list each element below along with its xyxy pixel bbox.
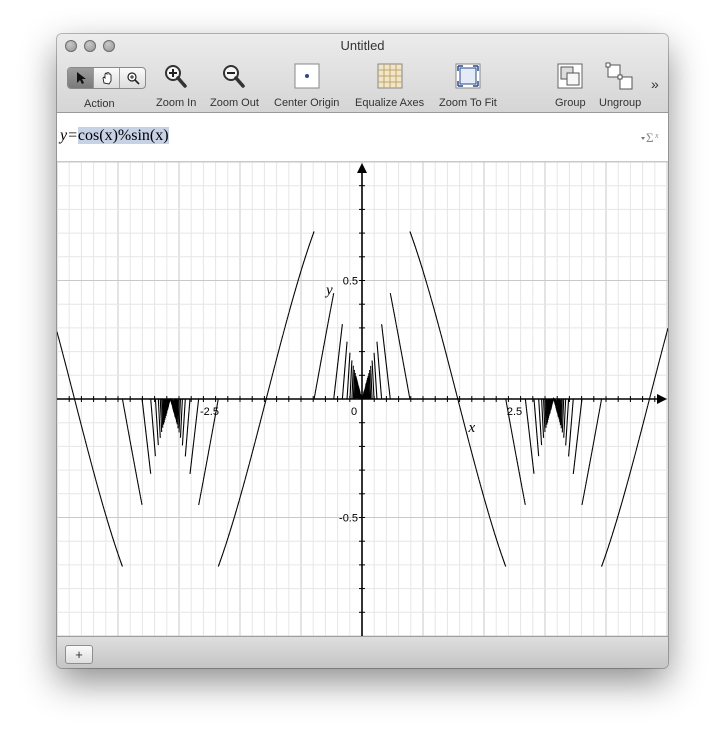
- group-button[interactable]: Group: [555, 62, 586, 109]
- sigma-menu-icon[interactable]: Σ x: [641, 129, 663, 145]
- equalize-axes-icon: [377, 63, 403, 89]
- curve-segment: [581, 398, 603, 506]
- action-label: Action: [84, 98, 115, 110]
- app-window: Untitled Action Zoom In Zoom Out Center …: [57, 34, 668, 668]
- zoom-out-button[interactable]: Zoom Out: [210, 62, 259, 109]
- zoom-out-label: Zoom Out: [210, 97, 259, 109]
- curve-segment: [389, 292, 411, 400]
- zoom-out-icon: [223, 65, 246, 88]
- center-origin-button[interactable]: Center Origin: [274, 62, 339, 109]
- x-axis-label: x: [467, 420, 475, 436]
- equation-field[interactable]: y=cos(x)%sin(x): [60, 127, 169, 145]
- equation-bar[interactable]: y=cos(x)%sin(x) Σ x: [57, 113, 668, 162]
- curve-segment: [547, 397, 560, 419]
- graph-area[interactable]: -2.5 0 2.5 0.5 -0.5 x y: [57, 161, 668, 637]
- curve-segment: [533, 398, 540, 457]
- x-tick-label: 2.5: [507, 406, 522, 418]
- x-tick-label: 0: [351, 406, 357, 418]
- y-tick-label: -0.5: [339, 513, 358, 525]
- action-label-wrap: Action: [84, 94, 115, 112]
- y-tick-label: 0.5: [343, 276, 358, 288]
- y-axis-arrow: [357, 163, 367, 173]
- double-chevron-right-icon[interactable]: »: [651, 76, 659, 92]
- curve-segment: [376, 341, 383, 399]
- add-equation-button[interactable]: +: [65, 645, 93, 664]
- zoom-in-button[interactable]: Zoom In: [156, 62, 196, 109]
- curve-segment: [572, 399, 583, 474]
- center-origin-label: Center Origin: [274, 97, 340, 109]
- curve-segment: [57, 331, 123, 567]
- hand-icon[interactable]: [94, 68, 120, 88]
- action-segmented-control[interactable]: [67, 67, 146, 89]
- group-icon: [557, 63, 583, 89]
- curve-segment: [179, 399, 183, 438]
- ungroup-button[interactable]: Ungroup: [599, 62, 641, 109]
- curve-segment: [141, 398, 152, 474]
- graph-canvas[interactable]: -2.5 0 2.5 0.5 -0.5 x y: [57, 161, 668, 637]
- zoom-in-icon: [165, 65, 187, 88]
- zoom-tool-icon[interactable]: [120, 68, 145, 88]
- curve-segment: [157, 399, 161, 438]
- ungroup-icon: [605, 62, 633, 90]
- curve-segment: [601, 327, 668, 567]
- bottom-bar: +: [57, 636, 668, 668]
- curve-segment: [164, 397, 177, 418]
- zoom-to-fit-icon: [455, 63, 481, 89]
- zoom-in-label: Zoom In: [156, 97, 197, 109]
- equation-body: cos(x)%sin(x): [77, 127, 169, 144]
- svg-text:Σ: Σ: [646, 130, 654, 145]
- curve-segment: [184, 399, 191, 457]
- curve-segment: [313, 292, 335, 400]
- group-label: Group: [555, 97, 586, 109]
- titlebar: Untitled Action Zoom In Zoom Out Center …: [57, 34, 668, 113]
- ungroup-label: Ungroup: [599, 97, 642, 109]
- curve-segment: [563, 399, 567, 438]
- zoom-to-fit-label: Zoom To Fit: [439, 97, 497, 109]
- x-axis-arrow: [657, 394, 667, 404]
- equation-prefix: y=: [60, 127, 78, 144]
- curve-segment: [341, 341, 348, 399]
- center-origin-icon: [294, 63, 320, 89]
- equalize-axes-label: Equalize Axes: [355, 97, 425, 109]
- curve-segment: [121, 399, 143, 505]
- y-axis-label: y: [324, 283, 333, 299]
- window-title: Untitled: [340, 38, 385, 53]
- arrow-pointer-icon[interactable]: [68, 68, 94, 88]
- curve-segment: [154, 398, 159, 446]
- x-tick-label: -2.5: [200, 406, 219, 418]
- equalize-axes-button[interactable]: Equalize Axes: [355, 62, 424, 109]
- svg-text:x: x: [654, 131, 659, 140]
- curve-segment: [538, 399, 543, 446]
- zoom-to-fit-button[interactable]: Zoom To Fit: [439, 62, 497, 109]
